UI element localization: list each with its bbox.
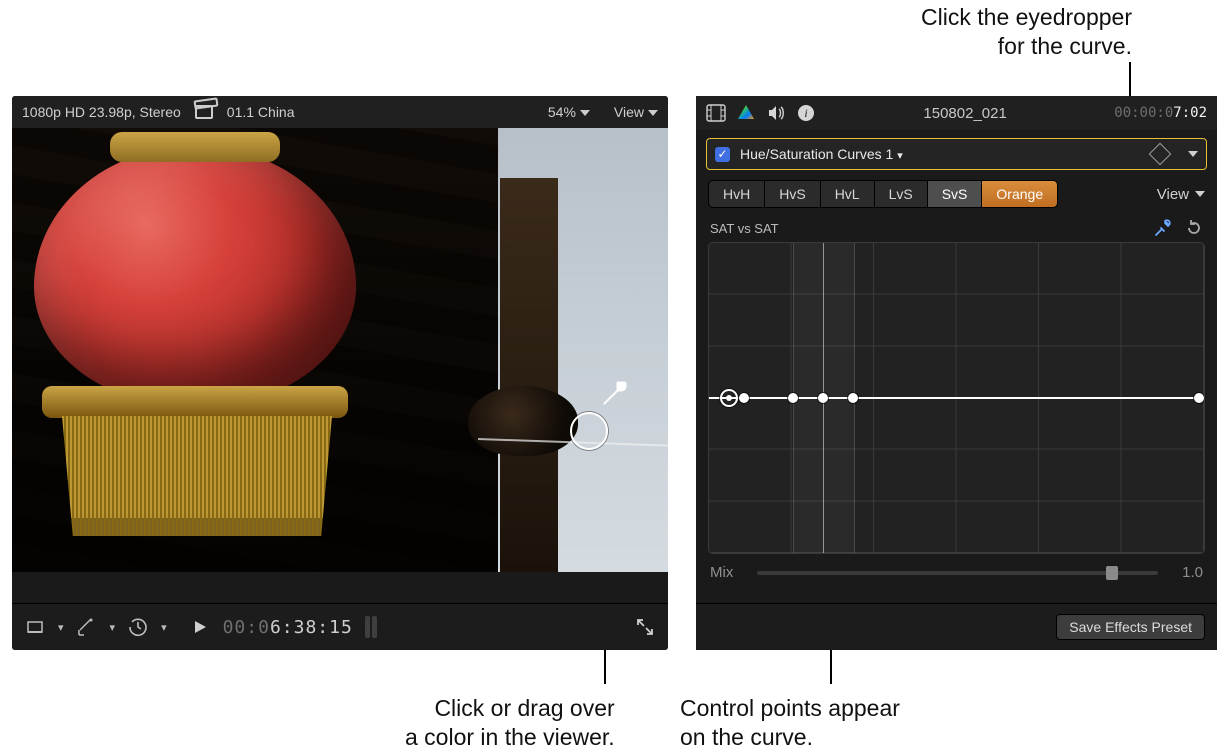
retime-menu-icon[interactable]: [127, 616, 149, 638]
effect-options-menu[interactable]: [1188, 151, 1198, 157]
inspector-header: i 150802_021 00:00:07:02: [696, 96, 1217, 130]
effect-header[interactable]: ✓ Hue/Saturation Curves 1 ▾: [706, 138, 1207, 170]
effect-name-menu[interactable]: Hue/Saturation Curves 1 ▾: [740, 146, 903, 162]
image-lantern-rim: [42, 386, 348, 418]
curve-tab-orange[interactable]: Orange: [982, 181, 1057, 207]
clip-name-label: 01.1 China: [227, 104, 295, 120]
curve-grid[interactable]: [708, 242, 1205, 554]
curve-tab-svs[interactable]: SvS: [928, 181, 983, 207]
mix-slider[interactable]: [757, 571, 1158, 575]
image-pillar: [500, 178, 558, 572]
transport-bar: ▾ ▾ ▾ 00:06:38:15: [12, 603, 668, 650]
clapperboard-icon: [195, 105, 213, 119]
inspector-clip-name: 150802_021: [826, 105, 1104, 122]
info-icon[interactable]: i: [796, 103, 816, 123]
fullscreen-button[interactable]: [634, 616, 656, 638]
curve-title-label: SAT vs SAT: [710, 221, 779, 236]
callout-control-points: Control points appearon the curve.: [680, 694, 900, 752]
film-icon[interactable]: [706, 103, 726, 123]
curve-control-point[interactable]: [739, 393, 749, 403]
curve-control-point[interactable]: [818, 393, 828, 403]
mix-slider-thumb[interactable]: [1106, 566, 1118, 580]
curve-control-point[interactable]: [720, 389, 738, 407]
svg-text:i: i: [804, 106, 807, 120]
save-effects-preset-button[interactable]: Save Effects Preset: [1056, 614, 1205, 640]
speaker-icon[interactable]: [766, 103, 786, 123]
keyframe-icon[interactable]: [1149, 143, 1172, 166]
inspector-panel: i 150802_021 00:00:07:02 ✓ Hue/Saturatio…: [696, 96, 1217, 650]
inspector-view-menu[interactable]: View: [1157, 186, 1205, 203]
image-tassel: [62, 416, 332, 536]
curve-tab-hvs[interactable]: HvS: [765, 181, 820, 207]
chevron-down-icon: ▾: [161, 621, 167, 634]
view-menu[interactable]: View: [614, 104, 658, 120]
curve-tab-hvh[interactable]: HvH: [709, 181, 765, 207]
callout-viewer-pick: Click or drag overa color in the viewer.: [405, 694, 615, 752]
inspector-footer: Save Effects Preset: [696, 603, 1217, 650]
callout-eyedropper: Click the eyedropperfor the curve.: [921, 3, 1132, 61]
curve-tabs-row: HvHHvSHvLLvSSvSOrange View: [696, 170, 1217, 214]
mix-label: Mix: [710, 564, 733, 581]
effect-enable-checkbox[interactable]: ✓: [715, 147, 730, 162]
curve-selector-segmented[interactable]: HvHHvSHvLLvSSvSOrange: [708, 180, 1058, 208]
zoom-menu[interactable]: 54%: [548, 104, 590, 120]
transform-menu-icon[interactable]: [76, 616, 98, 638]
timecode-display[interactable]: 00:06:38:15: [223, 617, 353, 638]
clip-format-label: 1080p HD 23.98p, Stereo: [22, 104, 181, 120]
eyedropper-button[interactable]: [1153, 218, 1173, 238]
mix-row: Mix 1.0: [696, 554, 1217, 581]
crop-menu-icon[interactable]: [24, 616, 46, 638]
curve-control-point[interactable]: [1194, 393, 1204, 403]
curve-tab-lvs[interactable]: LvS: [875, 181, 928, 207]
viewer-topbar: 1080p HD 23.98p, Stereo 01.1 China 54% V…: [12, 96, 668, 128]
figure-stage: Click the eyedropperfor the curve. Click…: [0, 0, 1230, 756]
reset-curve-button[interactable]: [1185, 219, 1203, 237]
curve-title-row: SAT vs SAT: [708, 214, 1205, 242]
curve-control-point[interactable]: [848, 393, 858, 403]
viewer-canvas[interactable]: [12, 128, 668, 572]
chevron-down-icon: ▾: [110, 621, 116, 634]
mix-value[interactable]: 1.0: [1182, 564, 1203, 581]
curve-line[interactable]: [709, 397, 1204, 399]
inspector-timecode: 00:00:07:02: [1114, 105, 1207, 121]
image-corbel: [468, 386, 578, 456]
chevron-down-icon: ▾: [58, 621, 64, 634]
curve-control-point[interactable]: [788, 393, 798, 403]
play-button[interactable]: [189, 616, 211, 638]
curve-tab-hvl[interactable]: HvL: [821, 181, 875, 207]
eyedropper-cursor-ring: [570, 412, 608, 450]
viewer-panel: 1080p HD 23.98p, Stereo 01.1 China 54% V…: [12, 96, 668, 650]
color-inspector-icon[interactable]: [736, 103, 756, 123]
audio-meter: [365, 616, 377, 638]
curve-section: SAT vs SAT: [708, 214, 1205, 554]
